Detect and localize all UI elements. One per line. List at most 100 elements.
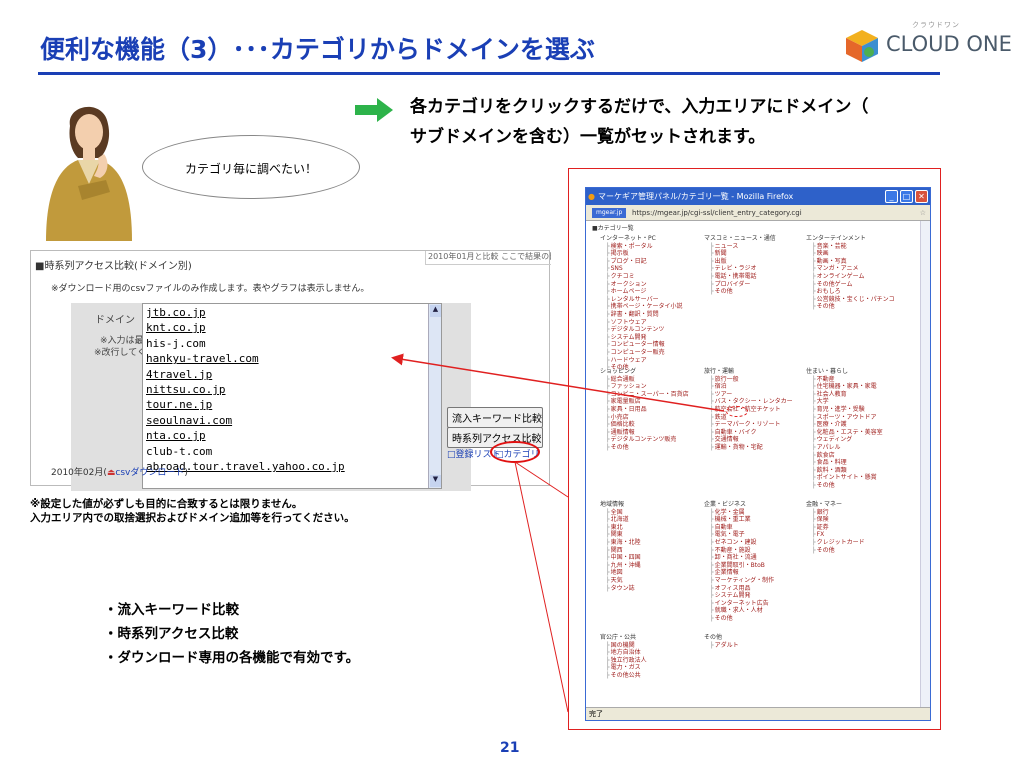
category-link-item[interactable]: 関東 — [600, 531, 641, 539]
category-link-item[interactable]: 携帯ページ・ケータイ小説 — [600, 303, 683, 311]
category-link-item[interactable]: 飲食店 — [806, 452, 883, 460]
category-link-item[interactable]: ハードウェア — [600, 357, 683, 365]
domain-textarea[interactable]: jtb.co.jp knt.co.jp his-j.com hankyu-travel… — [142, 303, 442, 489]
category-link-item[interactable]: 電気・電子 — [704, 531, 774, 539]
category-link-item[interactable]: ウェディング — [806, 436, 883, 444]
category-link-item[interactable]: 電力・ガス — [600, 664, 647, 672]
category-link-item[interactable]: マンガ・アニメ — [806, 265, 895, 273]
category-link-item[interactable]: その他 — [806, 482, 883, 490]
scroll-up-icon[interactable]: ▲ — [430, 305, 441, 317]
category-link-item[interactable]: テーマパーク・リゾート — [704, 421, 793, 429]
domain-line: nta.co.jp — [146, 429, 206, 443]
category-link-item[interactable]: 運輸・貨物・宅配 — [704, 444, 793, 452]
category-link-item[interactable]: 辞書・翻訳・質問 — [600, 311, 683, 319]
category-group: 旅行・運輸旅行一般宿泊ツアーバス・タクシー・レンタカー航空会社・航空チケット鉄道… — [704, 368, 793, 452]
maximize-icon[interactable]: □ — [900, 190, 913, 203]
category-link-item[interactable]: デジタルコンテンツ — [600, 326, 683, 334]
category-link-item[interactable]: 食品・料理 — [806, 459, 883, 467]
scroll-down-icon[interactable]: ▼ — [430, 475, 441, 487]
site-identity-button[interactable]: mgear.jp — [592, 208, 627, 218]
frame-connector-bottom — [514, 461, 569, 713]
category-group: インターネット・PC検索・ポータル掲示板ブログ・日記SNSクチコミオークションホ… — [600, 235, 683, 372]
caution-line-2: 入力エリア内での取捨選択およびドメイン追加等を行ってください。 — [30, 512, 355, 524]
lead-line-2: サブドメインを含む）一覧がセットされます。 — [410, 127, 766, 147]
textarea-scrollbar[interactable]: ▲ ▼ — [428, 304, 441, 488]
category-link-item[interactable]: コンピューター販売 — [600, 349, 683, 357]
category-link-item[interactable]: 医療・介護 — [806, 421, 883, 429]
category-group: 住まい・暮らし不動産住宅機器・家具・家電社会人教育大学育児・進学・受験スポーツ・… — [806, 368, 883, 490]
category-link-item[interactable]: その他 — [704, 288, 776, 296]
category-group: マスコミ・ニュース・通信ニュース新聞出版テレビ・ラジオ電話・携帯電話プロバイダー… — [704, 235, 776, 296]
category-link-item[interactable]: 交通情報 — [704, 436, 793, 444]
category-link-item[interactable]: 東海・北陸 — [600, 539, 641, 547]
category-link-item[interactable]: 価格比較 — [600, 421, 689, 429]
category-link-item[interactable]: ポイントサイト・懸賞 — [806, 474, 883, 482]
address-bar[interactable]: mgear.jp https://mgear.jp/cgi-ssl/client… — [586, 205, 930, 221]
category-link-item[interactable]: 電話・携帯電話 — [704, 273, 776, 281]
domain-label: ドメイン — [95, 315, 135, 326]
category-link-item[interactable]: 新聞 — [704, 250, 776, 258]
category-link-item[interactable]: テレビ・ラジオ — [704, 265, 776, 273]
close-icon[interactable]: ✕ — [915, 190, 928, 203]
category-link-item[interactable]: コンピューター情報 — [600, 341, 683, 349]
category-link-item[interactable]: おもしろ — [806, 288, 895, 296]
minimize-icon[interactable]: _ — [885, 190, 898, 203]
category-group: ショッピング総合通販ファッションコンビニ・スーパー・百貨店家電量販店家具・日用品… — [600, 368, 689, 452]
category-link-item[interactable]: その他 — [806, 547, 865, 555]
browser-scrollbar[interactable] — [920, 221, 930, 709]
category-link-item[interactable]: 就職・求人・人材 — [704, 607, 774, 615]
category-link-item[interactable]: アダルト — [704, 642, 739, 650]
csv-download-link[interactable]: csvダウンロード — [115, 468, 184, 478]
window-titlebar[interactable]: ● マーケギア管理パネル/カテゴリ一覧 - Mozilla Firefox _ … — [586, 188, 930, 205]
category-link-item[interactable]: その他 — [806, 303, 895, 311]
firefox-window: ● マーケギア管理パネル/カテゴリ一覧 - Mozilla Firefox _ … — [585, 187, 931, 721]
category-link-item[interactable]: その他 — [704, 615, 774, 623]
category-link-item[interactable]: ホームページ — [600, 288, 683, 296]
category-link-item[interactable]: 地図 — [600, 569, 641, 577]
category-link-item[interactable]: 航空会社・航空チケット — [704, 406, 793, 414]
category-link-item[interactable]: 家電量販店 — [600, 398, 689, 406]
category-link-item[interactable]: 天気 — [600, 577, 641, 585]
category-link-item[interactable]: クレジットカード — [806, 539, 865, 547]
page-number: 21 — [500, 740, 520, 756]
category-link-item[interactable]: SNS — [600, 265, 683, 273]
bookmark-star-icon[interactable]: ☆ — [920, 205, 926, 221]
category-link-item[interactable]: 育児・進学・受験 — [806, 406, 883, 414]
panel-note: ※ダウンロード用のcsvファイルのみ作成します。表やグラフは表示しません。 — [51, 284, 370, 294]
category-link-item[interactable]: タウン誌 — [600, 585, 641, 593]
category-link-item[interactable]: 保険 — [806, 516, 865, 524]
category-link-item[interactable]: その他 — [600, 444, 689, 452]
category-link-item[interactable]: バス・タクシー・レンタカー — [704, 398, 793, 406]
category-link-item[interactable]: オフィス用品 — [704, 585, 774, 593]
category-link-item[interactable]: 機械・重工業 — [704, 516, 774, 524]
category-link-item[interactable]: 宿泊 — [704, 383, 793, 391]
category-link-item[interactable]: 家具・日用品 — [600, 406, 689, 414]
category-link-item[interactable]: 企業情報 — [704, 569, 774, 577]
category-link-item[interactable]: 北海道 — [600, 516, 641, 524]
category-link-item[interactable]: ファッション — [600, 383, 689, 391]
category-link-item[interactable]: クチコミ — [600, 273, 683, 281]
category-link-item[interactable]: ソフトウェア — [600, 319, 683, 327]
category-link-item[interactable]: デジタルコンテンツ販売 — [600, 436, 689, 444]
lead-text: 各カテゴリをクリックするだけで、入力エリアにドメイン（ サブドメインを含む）一覧… — [410, 92, 970, 152]
url-field[interactable]: https://mgear.jp/cgi-ssl/client_entry_ca… — [632, 208, 802, 218]
category-link-item[interactable]: アパレル — [806, 444, 883, 452]
category-link-item[interactable]: 卸・商社・流通 — [704, 554, 774, 562]
category-link-item[interactable]: マーケティング・制作 — [704, 577, 775, 585]
panel-header: ■時系列アクセス比較(ドメイン別) — [35, 261, 192, 272]
keyword-compare-button[interactable]: 流入キーワード比較 — [447, 407, 543, 428]
category-link-item[interactable]: その他公共 — [600, 672, 647, 680]
category-link-item[interactable]: 住宅機器・家具・家電 — [806, 383, 883, 391]
category-link-item[interactable]: 大学 — [806, 398, 883, 406]
domain-line: knt.co.jp — [146, 321, 206, 335]
category-link-item[interactable]: 中国・四国 — [600, 554, 641, 562]
category-link-item[interactable]: システム開発 — [704, 592, 774, 600]
category-link-item[interactable]: ゼネコン・建設 — [704, 539, 774, 547]
category-link-item[interactable]: オンラインゲーム — [806, 273, 895, 281]
category-link-item[interactable]: 地方自治体 — [600, 649, 647, 657]
category-link-item[interactable]: 掲示板 — [600, 250, 683, 258]
category-link-item[interactable]: 映画 — [806, 250, 895, 258]
bullet-item: ・ダウンロード専用の各機能で有効です。 — [104, 650, 360, 666]
category-link-item[interactable]: FX — [806, 531, 865, 539]
category-group-title: 企業・ビジネス — [704, 501, 747, 508]
